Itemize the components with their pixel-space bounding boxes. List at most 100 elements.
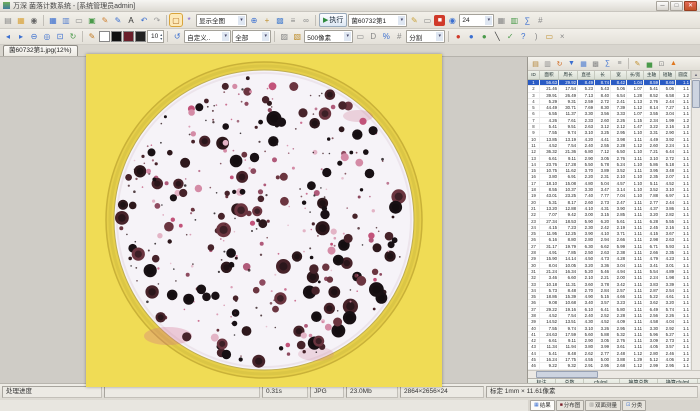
print-table-icon[interactable]: ▥ [542,58,553,69]
color-black-swatch[interactable] [111,31,122,42]
threshold-select[interactable]: 自定义..▾ [184,30,231,43]
image-canvas[interactable] [0,57,527,383]
result-tab-分布图[interactable]: ■分布图 [556,400,585,411]
shape-d-icon[interactable]: D [367,31,379,43]
paint-icon[interactable]: ✎ [99,14,111,26]
cells-icon[interactable]: ▩ [590,58,601,69]
scroll-up-icon[interactable]: ▲ [692,71,700,79]
marker-pen-icon[interactable]: ✎ [86,31,98,43]
hscroll-thumb[interactable] [536,371,598,378]
scroll-thumb[interactable] [692,80,700,108]
stats-icon[interactable]: ∑ [521,14,533,26]
maximize-button[interactable]: □ [670,1,683,11]
split-select[interactable]: 分割▾ [406,30,445,43]
rect-tool-icon[interactable]: ▭ [354,31,366,43]
zoom-out-icon[interactable]: ⊖ [28,31,40,43]
number-icon[interactable]: # [393,31,405,43]
filter-icon[interactable]: ▼ [566,58,577,69]
edit-row-icon[interactable]: ✎ [632,58,643,69]
help-icon[interactable]: ? [517,31,529,43]
tab-icon: ■ [560,402,563,408]
horizontal-scrollbar[interactable] [528,370,700,378]
image-tab[interactable]: 菌60732第1.jpg(12%) [3,45,78,56]
draw-line-icon[interactable]: ╲ [491,31,503,43]
layers-icon[interactable]: ▩ [274,14,286,26]
vertical-scrollbar[interactable]: ▲ [691,71,700,370]
color-dark-swatch[interactable] [135,31,146,42]
result-tab-双面测量[interactable]: ▥双面测量 [585,400,621,411]
arc-tool-icon[interactable]: ) [530,31,542,43]
count-select[interactable]: 24▾ [459,14,494,27]
prev-image-icon[interactable]: ◂ [2,31,14,43]
add-blue-dot-icon[interactable]: ● [465,31,477,43]
pen-size-spinner[interactable]: 10▴▾ [147,30,164,43]
add-green-dot-icon[interactable]: ● [478,31,490,43]
view-mode-select[interactable]: 显示全图▾ [196,14,247,27]
add-red-dot-icon[interactable]: ● [452,31,464,43]
stop-icon[interactable]: ■ [434,15,445,26]
play-icon: ▶ [323,16,328,24]
user-icon[interactable]: ◉ [446,14,458,26]
execute-button[interactable]: ▶执行 [319,13,347,27]
zoom-actual-icon[interactable]: ⊡ [54,31,66,43]
sum-icon[interactable]: ∑ [602,58,613,69]
print-icon[interactable]: ▭ [73,14,85,26]
camera-icon[interactable]: ◉ [28,14,40,26]
window-title: 万深 菌落计数系统 - [系统管理员admin] [13,1,656,11]
color-maroon-swatch[interactable] [123,31,134,42]
sort-icon[interactable]: ≡ [614,58,625,69]
save-all-icon[interactable]: ▥ [60,14,72,26]
result-tab-分类[interactable]: ⊡分类 [622,400,646,411]
image-name-select[interactable]: 菌60732第1▾ [348,14,407,27]
rotate-icon[interactable]: ↻ [67,31,79,43]
results-toolbar: ▤▥↻▼▦▩∑≡ ✎▅⊡▲ [528,57,700,71]
mail-icon[interactable]: ▭ [421,14,433,26]
zoom-fit-icon[interactable]: ◎ [41,31,53,43]
app-icon [3,2,10,9]
bar-chart-icon[interactable]: ▅ [644,58,655,69]
select-region-icon[interactable]: ▢ [170,14,182,26]
chart-icon[interactable]: ▥ [508,14,520,26]
color-white-swatch[interactable] [99,31,110,42]
brush-icon[interactable]: ▨ [278,31,290,43]
chevron-down-icon: ▾ [262,32,269,41]
text-tool-icon[interactable]: A [125,14,137,26]
flame-icon[interactable]: ▲ [668,58,679,69]
eraser-icon[interactable]: ▧ [291,31,303,43]
minimize-button[interactable]: ─ [656,1,669,11]
reanalyze-icon[interactable]: ↺ [171,31,183,43]
scope-select[interactable]: 全部▾ [232,30,271,43]
close-button[interactable]: ✕ [684,1,697,11]
refresh-icon[interactable]: ↻ [554,58,565,69]
redo-icon[interactable]: ↷ [151,14,163,26]
specimen-photo[interactable] [86,54,442,387]
ruler-icon[interactable]: ≡ [287,14,299,26]
hand-tool-icon[interactable]: + [261,14,273,26]
clear-icon[interactable]: × [556,31,568,43]
image-icon[interactable]: ▣ [86,14,98,26]
result-tabs: ▦结果■分布图▥双面测量⊡分类 [528,399,700,411]
open-folder-icon[interactable]: ▦ [15,14,27,26]
note-icon[interactable]: ▭ [543,31,555,43]
tab-icon: ⊡ [626,402,630,408]
result-tab-结果[interactable]: ▦结果 [530,400,555,411]
pencil-icon[interactable]: ✎ [112,14,124,26]
new-file-icon[interactable]: ▤ [2,14,14,26]
confirm-icon[interactable]: ✓ [504,31,516,43]
zoom-in-icon[interactable]: ⊕ [248,14,260,26]
clipboard-icon[interactable]: ▤ [530,58,541,69]
undo-icon[interactable]: ↶ [138,14,150,26]
edit-icon[interactable]: ✎ [408,14,420,26]
spinner-arrows-icon[interactable]: ▴▾ [160,33,162,41]
exponent-icon[interactable]: % [380,31,392,43]
duplicate-icon[interactable]: ⊡ [656,58,667,69]
next-image-icon[interactable]: ▸ [15,31,27,43]
link-icon[interactable]: ∞ [300,14,312,26]
table-icon[interactable]: ▦ [578,58,589,69]
size-filter-select[interactable]: 500像素▾ [304,30,353,43]
title-bar: 万深 菌落计数系统 - [系统管理员admin] ─ □ ✕ [0,0,700,12]
settings-icon[interactable]: # [534,14,546,26]
grid-icon[interactable]: ▦ [495,14,507,26]
magic-wand-icon[interactable]: * [183,14,195,26]
save-icon[interactable]: ▦ [47,14,59,26]
